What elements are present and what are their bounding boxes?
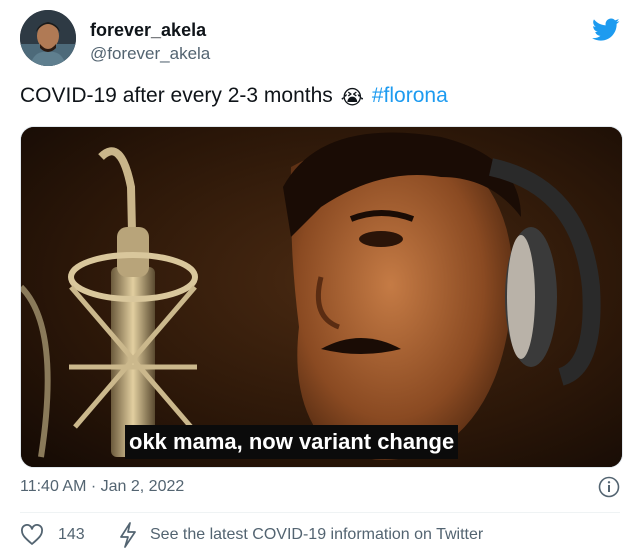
user-handle[interactable]: @forever_akela bbox=[90, 44, 210, 64]
lightning-icon bbox=[120, 522, 136, 548]
tweet-media-image[interactable]: okk mama, now variant change bbox=[20, 126, 623, 468]
crying-face-emoji: 😭 bbox=[340, 87, 365, 109]
tweet-timestamp[interactable]: 11:40 AM · Jan 2, 2022 bbox=[20, 478, 184, 496]
covid-info-link[interactable]: See the latest COVID-19 information on T… bbox=[150, 526, 483, 544]
hashtag-link[interactable]: #florona bbox=[372, 84, 448, 107]
media-photo bbox=[21, 127, 622, 467]
display-name[interactable]: forever_akela bbox=[90, 20, 206, 41]
like-count[interactable]: 143 bbox=[58, 526, 85, 544]
divider bbox=[20, 512, 620, 513]
tweet-actions: 143 See the latest COVID-19 information … bbox=[20, 522, 620, 550]
tweet-body: COVID-19 after every 2-3 months bbox=[20, 84, 333, 107]
info-icon[interactable] bbox=[598, 476, 620, 498]
meme-caption: okk mama, now variant change bbox=[125, 425, 459, 459]
avatar[interactable] bbox=[20, 10, 76, 66]
avatar-photo bbox=[20, 10, 76, 66]
heart-icon[interactable] bbox=[20, 524, 44, 546]
tweet-card: forever_akela @forever_akela COVID-19 af… bbox=[0, 0, 640, 554]
tweet-text: COVID-19 after every 2-3 months 😭 #floro… bbox=[20, 84, 448, 110]
tweet-header: forever_akela @forever_akela bbox=[20, 10, 620, 70]
twitter-bird-icon[interactable] bbox=[592, 18, 620, 42]
